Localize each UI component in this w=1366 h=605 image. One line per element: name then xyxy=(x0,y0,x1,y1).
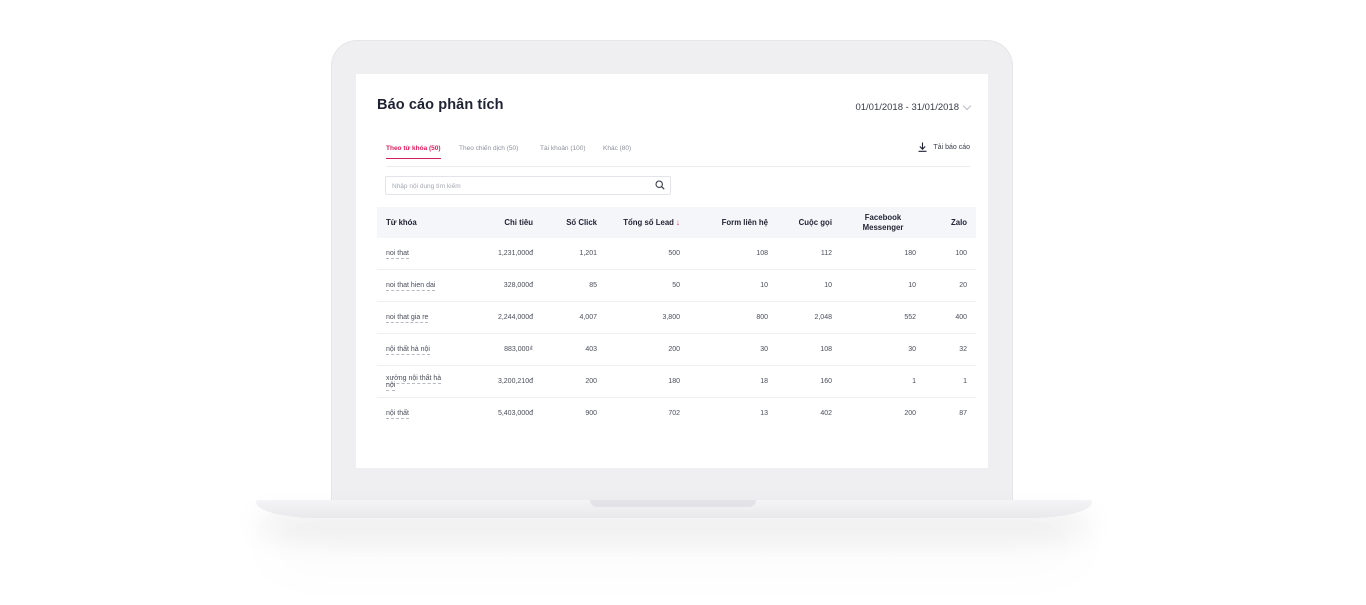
col-header-leads-label: Tổng số Lead xyxy=(623,217,674,227)
clicks-cell: 403 xyxy=(542,333,606,366)
zalo-cell: 100 xyxy=(925,238,976,270)
col-header-clicks[interactable]: Số Click xyxy=(542,207,606,238)
keyword-link[interactable]: noi that gia re xyxy=(386,314,429,323)
leads-cell: 3,800 xyxy=(606,301,689,334)
table-row: noi that gia re 2,244,000đ 4,007 3,800 8… xyxy=(377,301,976,334)
clicks-cell: 900 xyxy=(585,410,597,417)
form-cell: 10 xyxy=(689,269,777,302)
facebook-cell: 552 xyxy=(841,301,925,334)
table-row: noi that 1,231,000đ 1,201 500 108 112 18… xyxy=(377,238,976,270)
tab-account[interactable]: Tài khoản (100) xyxy=(540,145,586,158)
calls-cell: 402 xyxy=(820,410,832,417)
tab-campaign[interactable]: Theo chiến dịch (50) xyxy=(459,145,518,158)
report-tabs: Theo từ khóa (50) Theo chiến dịch (50) T… xyxy=(386,142,970,167)
clicks-cell: 4,007 xyxy=(542,301,606,334)
page-title: Báo cáo phân tích xyxy=(377,97,504,113)
download-report-label: Tải báo cáo xyxy=(933,143,970,151)
form-cell: 18 xyxy=(689,365,777,398)
keyword-cell: noi that gia re xyxy=(377,301,459,334)
calls-cell: 112 xyxy=(777,238,841,270)
download-icon xyxy=(918,142,927,152)
col-header-facebook-line1: Facebook xyxy=(864,212,902,222)
zalo-cell: 87 xyxy=(959,410,967,417)
form-cell: 13 xyxy=(760,410,768,417)
download-report-button[interactable]: Tải báo cáo xyxy=(918,142,970,152)
zalo-cell: 32 xyxy=(925,333,976,366)
col-header-leads[interactable]: Tổng số Lead ↓ xyxy=(606,207,689,238)
keyword-link[interactable]: nội thất xyxy=(386,410,409,419)
keyword-link[interactable]: noi that xyxy=(386,250,409,259)
calls-cell: 160 xyxy=(777,365,841,398)
col-header-facebook[interactable]: Facebook Messenger xyxy=(841,207,925,238)
stage: Báo cáo phân tích 01/01/2018 - 31/01/201… xyxy=(0,0,1366,605)
facebook-cell: 30 xyxy=(841,333,925,366)
search-input[interactable] xyxy=(392,180,642,192)
clicks-cell: 85 xyxy=(542,269,606,302)
leads-cell: 702 xyxy=(668,410,680,417)
facebook-cell: 180 xyxy=(841,238,925,270)
laptop-screen: Báo cáo phân tích 01/01/2018 - 31/01/201… xyxy=(356,74,988,468)
form-cell: 108 xyxy=(689,238,777,270)
calls-cell: 108 xyxy=(777,333,841,366)
table-header-row: Từ khóa Chi tiêu Số Click Tổng số Lead ↓… xyxy=(377,207,976,238)
spend-cell: 2,244,000đ xyxy=(459,301,542,334)
search-icon[interactable] xyxy=(655,180,665,190)
search-box xyxy=(385,176,671,195)
keyword-link[interactable]: noi that hien dai xyxy=(386,282,436,291)
sort-desc-icon: ↓ xyxy=(676,217,680,227)
leads-cell: 500 xyxy=(606,238,689,270)
leads-cell: 50 xyxy=(606,269,689,302)
tab-other[interactable]: Khác (80) xyxy=(603,145,631,158)
table-row: xưởng nội thất hà nội 3,200,210đ 200 180… xyxy=(377,365,976,398)
col-header-form[interactable]: Form liên hệ xyxy=(689,207,777,238)
spend-cell: 1,231,000đ xyxy=(459,238,542,270)
form-cell: 30 xyxy=(689,333,777,366)
zalo-cell: 400 xyxy=(925,301,976,334)
keyword-cell: xưởng nội thất hà nội xyxy=(377,365,459,398)
keyword-cell: nội thất hà nội xyxy=(377,333,459,366)
keyword-cell: nội thất xyxy=(377,398,459,430)
col-header-facebook-line2: Messenger xyxy=(862,222,904,232)
tab-keyword[interactable]: Theo từ khóa (50) xyxy=(386,145,441,159)
spend-cell: 883,000₫ xyxy=(459,333,542,366)
col-header-keyword[interactable]: Từ khóa xyxy=(377,207,459,238)
zalo-cell: 1 xyxy=(925,365,976,398)
table-row: nội thất hà nội 883,000₫ 403 200 30 108 … xyxy=(377,333,976,366)
keyword-cell: noi that xyxy=(377,238,459,270)
keyword-link[interactable]: nội thất hà nội xyxy=(386,346,430,355)
leads-cell: 180 xyxy=(606,365,689,398)
facebook-cell: 1 xyxy=(841,365,925,398)
spend-cell: 5,403,000đ xyxy=(497,410,533,417)
col-header-spend[interactable]: Chi tiêu xyxy=(459,207,542,238)
form-cell: 800 xyxy=(689,301,777,334)
laptop-notch xyxy=(590,500,756,507)
spend-cell: 3,200,210đ xyxy=(459,365,542,398)
facebook-cell: 200 xyxy=(904,410,916,417)
calls-cell: 10 xyxy=(777,269,841,302)
col-header-calls[interactable]: Cuộc gọi xyxy=(777,207,841,238)
table-row: noi that hien dai 328,000đ 85 50 10 10 1… xyxy=(377,269,976,302)
zalo-cell: 20 xyxy=(925,269,976,302)
table-row: nội thất 5,403,000đ 900 702 13 402 200 8… xyxy=(377,398,976,430)
calls-cell: 2,048 xyxy=(777,301,841,334)
facebook-cell: 10 xyxy=(841,269,925,302)
col-header-zalo[interactable]: Zalo xyxy=(925,207,976,238)
report-table: Từ khóa Chi tiêu Số Click Tổng số Lead ↓… xyxy=(377,207,976,429)
date-range-picker[interactable]: 01/01/2018 - 31/01/2018 xyxy=(855,101,972,113)
leads-cell: 200 xyxy=(606,333,689,366)
clicks-cell: 1,201 xyxy=(542,238,606,270)
keyword-cell: noi that hien dai xyxy=(377,269,459,302)
spend-cell: 328,000đ xyxy=(459,269,542,302)
chevron-down-icon xyxy=(962,101,972,111)
clicks-cell: 200 xyxy=(542,365,606,398)
date-range-label: 01/01/2018 - 31/01/2018 xyxy=(855,102,959,113)
keyword-link[interactable]: xưởng nội thất hà nội xyxy=(386,374,442,391)
